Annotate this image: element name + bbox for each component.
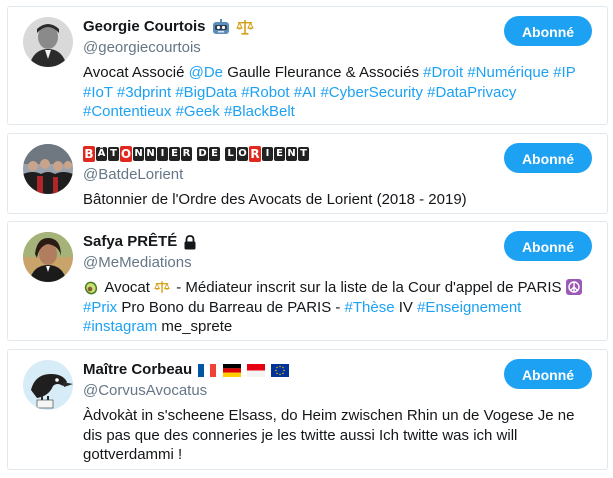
- hashtag-link[interactable]: #3dprint: [117, 84, 171, 101]
- lock-icon: [183, 234, 197, 250]
- avatar[interactable]: [23, 232, 73, 282]
- hashtag-link[interactable]: #Enseignement: [417, 299, 521, 316]
- user-handle[interactable]: @BatdeLorient: [83, 166, 183, 184]
- avatar[interactable]: [23, 144, 73, 194]
- avatar[interactable]: [23, 360, 73, 410]
- bio-text: Pro Bono du Barreau de PARIS -: [117, 298, 345, 316]
- name-letter: R: [249, 146, 261, 163]
- bio-text: Avocat: [101, 279, 155, 296]
- hashtag-link[interactable]: #Prix: [83, 299, 117, 316]
- name-letter: D: [197, 147, 208, 162]
- robot-face-icon: [212, 19, 230, 35]
- bio-text: Àdvokàt in s'scheene Elsass, do Heim zwi…: [83, 407, 575, 463]
- bio-text: Gaulle Fleurance & Associés: [223, 64, 424, 81]
- bio-text: Avocat Associé: [83, 64, 189, 81]
- name-letter: R: [181, 147, 192, 162]
- hashtag-link[interactable]: #IP: [553, 64, 575, 81]
- user-bio: Àdvokàt in s'scheene Elsass, do Heim zwi…: [83, 406, 595, 465]
- mention-link[interactable]: @De: [189, 64, 223, 81]
- name-letter: T: [108, 147, 119, 162]
- display-name[interactable]: Georgie Courtois: [83, 18, 206, 35]
- display-name-line[interactable]: BÂTONNIERDELORIENT: [83, 144, 309, 164]
- hashtag-link[interactable]: #Robot: [241, 84, 289, 101]
- user-card[interactable]: BÂTONNIERDELORIENT @BatdeLorient Abonné …: [7, 133, 608, 214]
- user-handle[interactable]: @georgiecourtois: [83, 39, 201, 57]
- germany-flag-icon: [222, 363, 241, 377]
- bio-text: IV: [394, 298, 418, 316]
- following-button[interactable]: Abonné: [504, 16, 592, 46]
- user-bio: Avocat Associé @De Gaulle Fleurance & As…: [83, 63, 595, 122]
- display-name[interactable]: BÂTONNIERDELORIENT: [83, 146, 309, 163]
- following-button[interactable]: Abonné: [504, 359, 592, 389]
- france-flag-icon: [198, 363, 217, 377]
- name-letter: E: [169, 147, 180, 162]
- balance-scale-icon: [154, 280, 170, 295]
- name-letter: O: [237, 147, 248, 162]
- hashtag-link[interactable]: #Droit: [423, 64, 463, 81]
- name-letter: I: [157, 147, 168, 162]
- hashtag-link[interactable]: #BlackBelt: [224, 103, 295, 120]
- balance-scale-icon: [236, 19, 254, 35]
- name-letter: I: [262, 147, 273, 162]
- eu-flag-icon: [270, 363, 289, 377]
- avocado-icon: [83, 279, 99, 295]
- bio-text: me_sprete: [157, 318, 233, 335]
- hashtag-link[interactable]: #IoT: [83, 84, 113, 101]
- name-letter: T: [298, 147, 309, 162]
- user-card[interactable]: Safya PRÊTÉ @MeMediations Abonné Avocat …: [7, 221, 608, 341]
- display-name-line[interactable]: Safya PRÊTÉ: [83, 232, 197, 252]
- name-letter: N: [286, 147, 297, 162]
- avatar[interactable]: [23, 17, 73, 67]
- name-letter: B: [83, 146, 95, 163]
- display-name[interactable]: Maître Corbeau: [83, 361, 192, 378]
- hashtag-link[interactable]: #Numérique: [467, 64, 549, 81]
- user-handle[interactable]: @MeMediations: [83, 254, 192, 272]
- display-name[interactable]: Safya PRÊTÉ: [83, 233, 177, 250]
- user-card[interactable]: Georgie Courtois @georgiecourtois Abonné…: [7, 6, 608, 125]
- hashtag-link[interactable]: #instagram: [83, 318, 157, 335]
- user-card[interactable]: Maître Corbeau @CorvusAvocatus Abonné Àd…: [7, 349, 608, 470]
- name-letter: E: [209, 147, 220, 162]
- hashtag-link[interactable]: #DataPrivacy: [427, 84, 516, 101]
- hashtag-link[interactable]: #Thèse: [345, 299, 395, 316]
- indonesia-flag-icon: [246, 363, 265, 377]
- name-letter: E: [274, 147, 285, 162]
- name-letter: N: [133, 147, 144, 162]
- user-bio: Bâtonnier de l'Ordre des Avocats de Lori…: [83, 190, 595, 210]
- hashtag-link[interactable]: #AI: [294, 84, 317, 101]
- name-letter: O: [120, 146, 132, 163]
- display-name-line[interactable]: Georgie Courtois: [83, 17, 254, 37]
- following-button[interactable]: Abonné: [504, 231, 592, 261]
- hashtag-link[interactable]: #CyberSecurity: [320, 84, 423, 101]
- display-name-line[interactable]: Maître Corbeau: [83, 360, 289, 380]
- user-handle[interactable]: @CorvusAvocatus: [83, 382, 207, 400]
- name-letter: N: [145, 147, 156, 162]
- hashtag-link[interactable]: #BigData: [175, 84, 237, 101]
- hashtag-link[interactable]: #Geek: [176, 103, 220, 120]
- peace-symbol-icon: [565, 279, 582, 295]
- name-letter: L: [225, 147, 236, 162]
- hashtag-link[interactable]: #Contentieux: [83, 103, 171, 120]
- following-list: Georgie Courtois @georgiecourtois Abonné…: [0, 0, 613, 478]
- user-bio: Avocat - Médiateur inscrit sur la liste …: [83, 278, 595, 337]
- bio-text: Bâtonnier de l'Ordre des Avocats de Lori…: [83, 191, 467, 208]
- bio-text: - Médiateur inscrit sur la liste de la C…: [172, 279, 566, 296]
- following-button[interactable]: Abonné: [504, 143, 592, 173]
- name-letter: Â: [96, 147, 107, 162]
